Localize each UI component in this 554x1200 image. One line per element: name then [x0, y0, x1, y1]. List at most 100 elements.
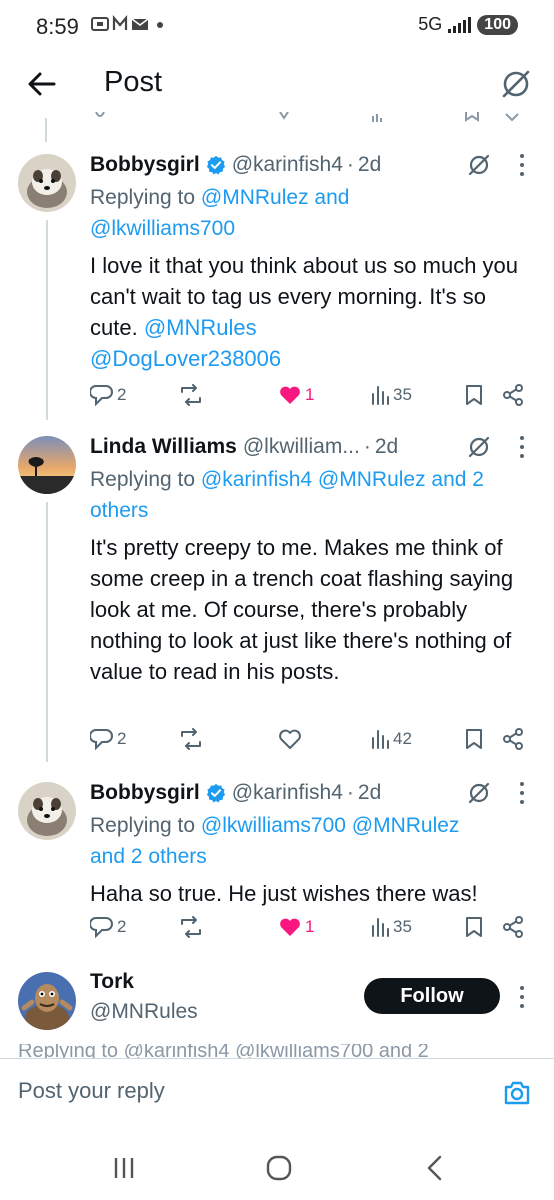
share-button[interactable]	[502, 384, 524, 406]
share-icon	[503, 916, 523, 938]
timestamp[interactable]: 2d	[358, 153, 381, 177]
heart-filled-icon	[280, 918, 300, 936]
thread-line	[46, 220, 48, 420]
grok-icon	[502, 70, 530, 98]
share-icon	[503, 384, 523, 406]
separator-dot: ·	[346, 153, 354, 176]
replying-mentions-line2[interactable]: @lkwilliams700	[90, 217, 235, 240]
avatar[interactable]	[18, 782, 76, 840]
views-button[interactable]: 42	[370, 728, 412, 750]
like-button[interactable]	[278, 728, 305, 750]
reply-button[interactable]: 2	[90, 384, 126, 406]
view-count: 35	[393, 917, 412, 936]
network-label: 5G	[418, 14, 443, 34]
tweet-tork[interactable]: Tork @MNRules Follow	[0, 968, 554, 1044]
tweet-header: Bobbysgirl @karinfish4 · 2d	[90, 150, 524, 180]
tweet-body: Linda Williams @lkwilliam... · 2d Replyi…	[90, 432, 524, 687]
like-button[interactable]: 1	[278, 384, 314, 406]
share-button[interactable]	[502, 916, 524, 938]
display-name[interactable]: Bobbysgirl	[90, 153, 200, 177]
avatar[interactable]	[18, 436, 76, 494]
replying-mentions-line2[interactable]: and 2 others	[90, 845, 207, 868]
timestamp[interactable]: 2d	[375, 435, 398, 459]
page-title: Post	[104, 66, 163, 98]
signal-icon	[448, 16, 472, 33]
avatar[interactable]	[18, 154, 76, 212]
bookmark-icon	[466, 729, 482, 749]
more-options-icon[interactable]	[514, 780, 530, 806]
reply-button[interactable]: 2	[90, 916, 126, 938]
grok-button[interactable]	[466, 434, 492, 460]
avatar-cartoon-image	[18, 972, 76, 1030]
grok-button[interactable]	[498, 66, 534, 102]
tweet-actions: 2 1 35	[90, 384, 534, 414]
avatar-dog-image	[18, 782, 76, 840]
user-handle[interactable]: @lkwilliam...	[243, 435, 360, 459]
reply-icon	[90, 729, 113, 750]
home-icon	[266, 1155, 292, 1181]
bookmark-button[interactable]	[464, 728, 484, 750]
verified-badge-icon	[206, 783, 225, 803]
like-count: 1	[305, 385, 315, 404]
timestamp[interactable]: 2d	[358, 781, 381, 805]
grok-icon	[468, 782, 490, 804]
tweet-bobbysgirl-2[interactable]: Bobbysgirl @karinfish4 · 2d Replying to …	[0, 778, 554, 948]
views-icon	[372, 730, 389, 749]
tweet-bobbysgirl-1[interactable]: Bobbysgirl @karinfish4 · 2d Replying to …	[0, 150, 554, 420]
views-button[interactable]: 35	[370, 916, 412, 938]
tweet-linda-williams[interactable]: Linda Williams @lkwilliam... · 2d Replyi…	[0, 432, 554, 762]
share-button[interactable]	[502, 728, 524, 750]
avatar[interactable]	[18, 972, 76, 1030]
views-icon	[372, 918, 389, 937]
reply-bar: Post your reply	[0, 1060, 554, 1136]
back-nav-button[interactable]	[420, 1152, 452, 1184]
grok-button[interactable]	[466, 152, 492, 178]
back-chevron-icon	[427, 1155, 442, 1181]
recents-button[interactable]	[108, 1152, 140, 1184]
more-options-icon[interactable]	[514, 434, 530, 460]
avatar-dog-image	[18, 154, 76, 212]
thread-line	[46, 502, 48, 762]
user-handle[interactable]: @karinfish4	[232, 781, 343, 805]
bookmark-icon	[466, 385, 482, 405]
back-button[interactable]	[24, 66, 60, 102]
replying-mentions[interactable]: @karinfish4 @MNRulez and 2	[201, 468, 484, 491]
camera-icon	[504, 1081, 530, 1105]
views-button[interactable]: 35	[370, 384, 412, 406]
tweet-mention-2[interactable]: @DogLover238006	[90, 346, 281, 371]
replying-mentions-line2[interactable]: others	[90, 499, 148, 522]
tweet-body: Bobbysgirl @karinfish4 · 2d Replying to …	[90, 778, 524, 909]
repost-button[interactable]	[178, 728, 204, 750]
home-button[interactable]	[263, 1152, 295, 1184]
more-options-icon[interactable]	[514, 984, 530, 1010]
like-button[interactable]: 1	[278, 916, 314, 938]
views-icon	[372, 386, 389, 405]
display-name[interactable]: Bobbysgirl	[90, 781, 200, 805]
reply-icon	[90, 917, 113, 938]
replying-prefix: Replying to	[90, 186, 201, 209]
reply-input[interactable]: Post your reply	[18, 1078, 165, 1104]
notification-icons	[90, 14, 170, 39]
more-options-icon[interactable]	[514, 152, 530, 178]
avatar-sunset-image	[18, 436, 76, 494]
tweet-mention[interactable]: @MNRules	[144, 315, 257, 340]
status-right: 5G 100	[418, 14, 518, 35]
replying-mentions[interactable]: @MNRulez and	[201, 186, 350, 209]
reply-button[interactable]: 2	[90, 728, 126, 750]
display-name[interactable]: Linda Williams	[90, 435, 237, 459]
repost-icon	[181, 384, 201, 406]
bookmark-button[interactable]	[464, 384, 484, 406]
user-handle[interactable]: @karinfish4	[232, 153, 343, 177]
camera-button[interactable]	[502, 1078, 532, 1108]
grok-button[interactable]	[466, 780, 492, 806]
separator-dot: ·	[346, 781, 354, 804]
follow-button[interactable]: Follow	[364, 978, 500, 1014]
repost-button[interactable]	[178, 916, 204, 938]
bookmark-button[interactable]	[464, 916, 484, 938]
tweet-text: I love it that you think about us so muc…	[90, 250, 524, 374]
replying-mentions[interactable]: @lkwilliams700 @MNRulez	[201, 814, 460, 837]
repost-button[interactable]	[178, 384, 204, 406]
status-time: 8:59	[36, 14, 79, 39]
repost-icon	[181, 916, 201, 938]
recents-icon	[114, 1158, 134, 1178]
